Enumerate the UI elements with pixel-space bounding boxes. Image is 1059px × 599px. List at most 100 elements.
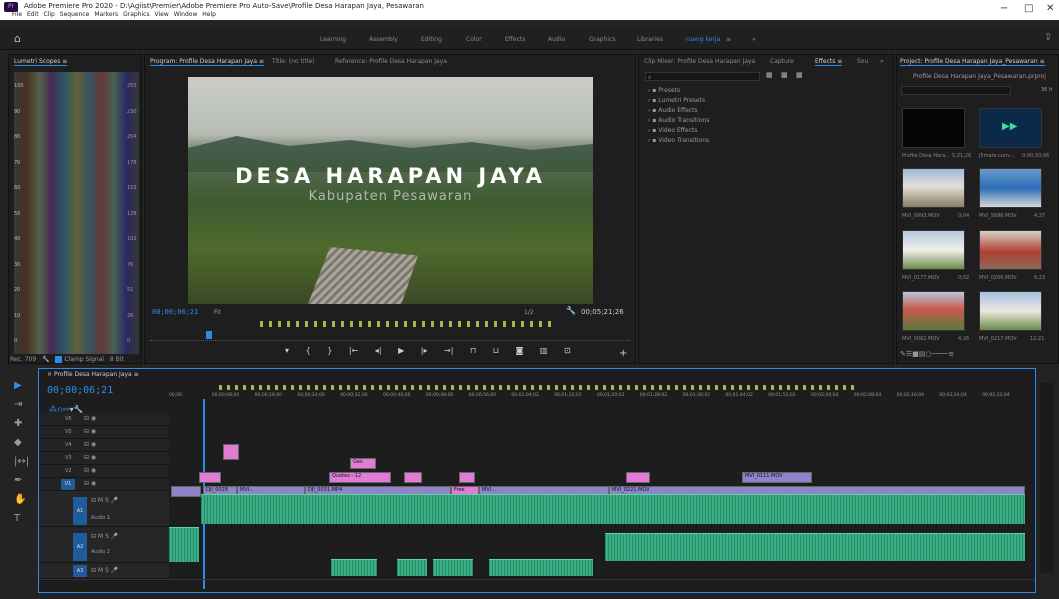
graphic-clip[interactable]: [626, 472, 650, 483]
menu-markers[interactable]: Markers: [94, 11, 118, 18]
icon-view-icon[interactable]: ■: [912, 350, 919, 358]
audio-track-toggles[interactable]: ⊟ M S 🎤: [91, 567, 118, 574]
go-to-out-icon[interactable]: →|: [444, 346, 453, 355]
audio-clip[interactable]: [433, 559, 473, 576]
sequence-thumbnail[interactable]: [902, 108, 965, 148]
wrench-icon[interactable]: 🔧: [42, 356, 49, 363]
audio-clip[interactable]: [169, 527, 199, 562]
ripple-edit-tool-icon[interactable]: ✚: [14, 418, 32, 432]
clip-thumbnail[interactable]: [902, 291, 965, 331]
graphic-clip[interactable]: Ges: [350, 458, 376, 469]
workspace-learning[interactable]: Learning: [320, 36, 346, 43]
track-toggles[interactable]: ⊟ ◉: [84, 467, 96, 474]
clip-thumbnail[interactable]: [902, 168, 965, 208]
export-frame-icon[interactable]: ◙: [516, 346, 524, 355]
close-button[interactable]: ✕: [1046, 3, 1054, 14]
tab-reference[interactable]: Reference: Profile Desa Harapan Jaya: [335, 58, 447, 65]
audio-clip[interactable]: [489, 559, 593, 576]
step-forward-icon[interactable]: |▸: [421, 346, 428, 355]
audio-clip[interactable]: [201, 494, 1025, 524]
pen-tool-icon[interactable]: ✒: [14, 475, 32, 489]
video-clip[interactable]: [171, 486, 201, 497]
track-toggles[interactable]: ⊟ ◉: [84, 441, 96, 448]
lift-icon[interactable]: ⊓: [470, 346, 476, 355]
effects-item-video-transitions[interactable]: › ▪ Video Transitions: [648, 137, 709, 144]
go-to-in-icon[interactable]: |←: [349, 346, 358, 355]
video-clip[interactable]: MVI_0111.MOV: [742, 472, 812, 483]
zoom-fit-select[interactable]: Fit: [214, 309, 221, 316]
timeline-timecode[interactable]: 00;00;06;21: [47, 385, 113, 396]
effects-item-lumetri-presets[interactable]: › ▪ Lumetri Presets: [648, 97, 709, 104]
timeline-ruler[interactable]: 00;00 00;00;08;00 00;00;16;00 00;00;24;00 00…: [169, 385, 1025, 401]
zoom-slider[interactable]: ○────: [925, 350, 948, 358]
graphic-clip[interactable]: [459, 472, 475, 483]
workspace-audio[interactable]: Audio: [548, 36, 565, 43]
clip-thumbnail[interactable]: [979, 291, 1042, 331]
effects-item-presets[interactable]: › ▪ Presets: [648, 87, 709, 94]
resolution-select[interactable]: 1/2: [524, 309, 534, 316]
tab-title[interactable]: Title: (no title): [272, 58, 315, 65]
clip-thumbnail[interactable]: [979, 230, 1042, 270]
menu-sequence[interactable]: Sequence: [60, 11, 90, 18]
tab-effects[interactable]: Effects ≡: [815, 58, 843, 66]
track-toggles[interactable]: ⊟ ◉: [84, 454, 96, 461]
share-icon[interactable]: ⇪: [1044, 32, 1052, 43]
audio-track-toggles[interactable]: ⊟ M S 🎤: [91, 533, 118, 540]
selection-tool-icon[interactable]: ▶: [14, 380, 32, 394]
settings-wrench-icon[interactable]: 🔧: [566, 306, 576, 315]
maximize-button[interactable]: □: [1024, 3, 1033, 14]
graphic-clip[interactable]: [404, 472, 422, 483]
effects-item-audio-transitions[interactable]: › ▪ Audio Transitions: [648, 117, 709, 124]
menu-view[interactable]: View: [155, 11, 169, 18]
audio-clip[interactable]: [605, 533, 1025, 561]
audio-thumbnail[interactable]: ▶▶: [979, 108, 1042, 148]
track-toggles[interactable]: ⊟ ◉: [84, 415, 96, 422]
audio-clip[interactable]: [397, 559, 427, 576]
tab-source[interactable]: Sou: [857, 58, 868, 65]
tab-clip-mixer[interactable]: Clip Mixer: Profile Desa Harapan Jaya: [644, 58, 755, 65]
playhead-icon[interactable]: [206, 331, 212, 339]
colorspace-label[interactable]: Rec. 709: [10, 356, 36, 363]
yuv-effects-icon[interactable]: ▦: [796, 71, 803, 79]
extract-icon[interactable]: ⊔: [493, 346, 499, 355]
workspace-ruang-kerja[interactable]: ruang kerja: [686, 36, 720, 43]
clip-thumbnail[interactable]: [979, 168, 1042, 208]
menu-graphics[interactable]: Graphics: [123, 11, 150, 18]
play-icon[interactable]: ▶: [398, 346, 404, 355]
tab-timeline-sequence[interactable]: × Profile Desa Harapan Jaya ≡: [47, 371, 139, 378]
button-editor-plus-icon[interactable]: +: [619, 348, 627, 359]
clip-thumbnail[interactable]: [902, 230, 965, 270]
workspace-graphics[interactable]: Graphics: [589, 36, 616, 43]
type-tool-icon[interactable]: T: [14, 513, 32, 527]
sort-icon[interactable]: ≡: [948, 350, 954, 358]
menu-clip[interactable]: Clip: [44, 11, 55, 18]
workspace-color[interactable]: Color: [466, 36, 482, 43]
audio-track-toggles[interactable]: ⊟ M S 🎤: [91, 497, 118, 504]
graphic-clip[interactable]: Quotes - 12: [329, 472, 391, 483]
compare-icon[interactable]: ▥: [540, 346, 548, 355]
graphic-clip[interactable]: [223, 444, 239, 460]
program-scrubber[interactable]: [150, 331, 630, 341]
tab-project[interactable]: Project: Profile Desa Harapan Jaya_Pesaw…: [900, 58, 1045, 66]
home-icon[interactable]: ⌂: [14, 32, 21, 45]
slip-tool-icon[interactable]: |↔|: [14, 456, 32, 470]
step-back-icon[interactable]: ◂|: [375, 346, 382, 355]
32bit-effects-icon[interactable]: ▦: [781, 71, 788, 79]
menu-file[interactable]: File: [12, 11, 22, 18]
effects-search-input[interactable]: ⌕: [645, 72, 760, 81]
timeline-horizontal-scrollbar[interactable]: [39, 579, 1035, 587]
razor-tool-icon[interactable]: ◆: [14, 437, 32, 451]
workspace-assembly[interactable]: Assembly: [369, 36, 398, 43]
menu-window[interactable]: Window: [174, 11, 198, 18]
bit-depth-select[interactable]: 8 Bit: [110, 356, 124, 363]
mark-out-icon[interactable]: }: [327, 346, 332, 355]
workspace-editing[interactable]: Editing: [421, 36, 442, 43]
workspace-effects[interactable]: Effects: [505, 36, 525, 43]
audio-clip[interactable]: [331, 559, 377, 576]
mark-in-icon[interactable]: {: [306, 346, 311, 355]
clamp-checkbox[interactable]: [55, 356, 63, 363]
vr-icon[interactable]: ⊡: [564, 346, 571, 355]
tab-capture[interactable]: Capture: [770, 58, 794, 65]
effects-item-video-effects[interactable]: › ▪ Video Effects: [648, 127, 709, 134]
program-video-frame[interactable]: DESA HARAPAN JAYA Kabupaten Pesawaran: [188, 77, 593, 304]
